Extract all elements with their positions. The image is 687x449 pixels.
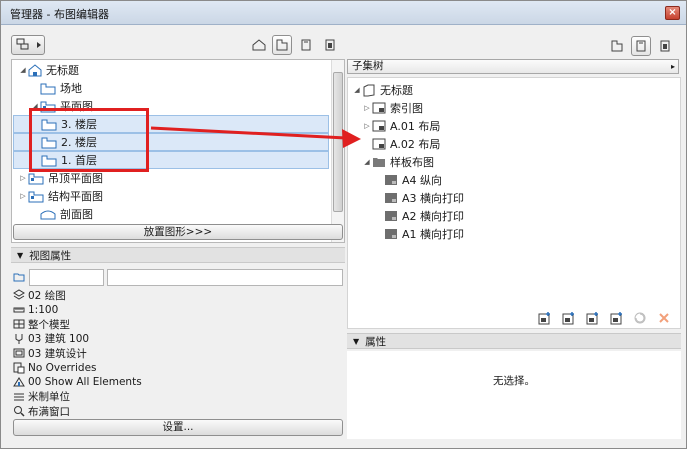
annotation-arrow (150, 126, 361, 148)
layout-book-window: 管理器 - 布图编辑器 × ◢ 无标题 场地 ◢ 平面图 3. 楼层 2. 楼层 1. 首层 ▷… (0, 0, 687, 449)
